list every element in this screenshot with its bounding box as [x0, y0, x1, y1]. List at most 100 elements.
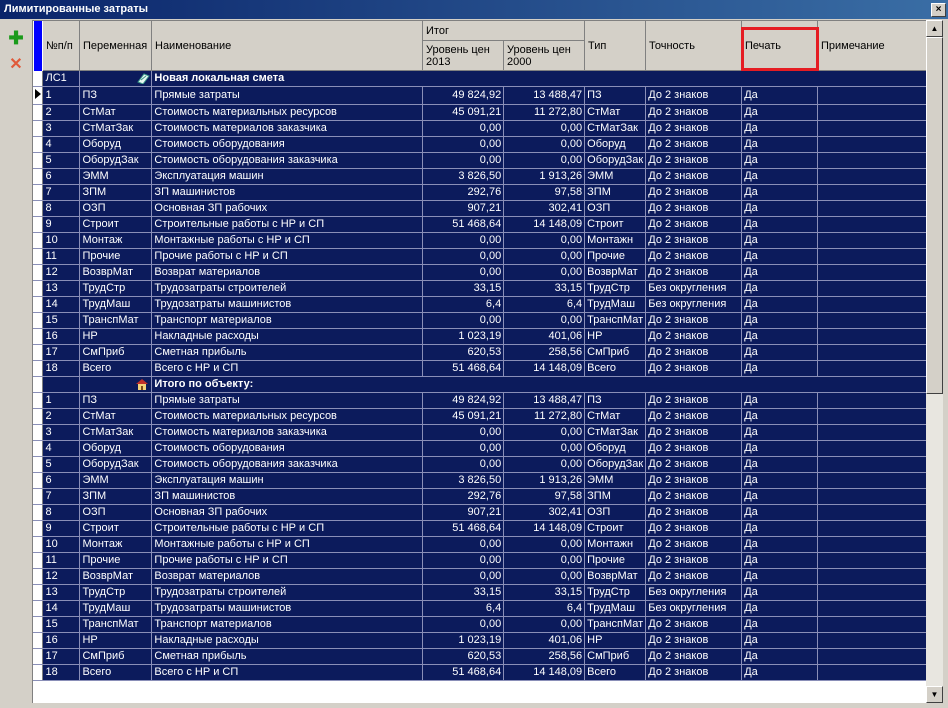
- cell-num[interactable]: 4: [42, 440, 81, 457]
- cell-type[interactable]: ПЗ: [584, 392, 647, 409]
- cell-precision[interactable]: До 2 знаков: [645, 504, 743, 521]
- col-header-variable[interactable]: Переменная: [80, 21, 152, 71]
- cell-print[interactable]: Да: [741, 488, 819, 505]
- cell-price-2013[interactable]: 6,4: [422, 600, 505, 617]
- cell-name[interactable]: Прочие работы с НР и СП: [151, 248, 424, 265]
- cell-note[interactable]: [817, 584, 927, 601]
- cell-price-2013[interactable]: 33,15: [422, 280, 505, 297]
- table-row[interactable]: 4 Оборуд Стоимость оборудования 0,00 0,00 Обо…: [33, 440, 927, 457]
- cell-print[interactable]: Да: [741, 216, 819, 233]
- cell-num[interactable]: 2: [42, 104, 81, 121]
- cell-price-2013[interactable]: 45 091,21: [422, 104, 505, 121]
- cell-name[interactable]: Трудозатраты строителей: [151, 584, 424, 601]
- cell-price-2000[interactable]: 0,00: [503, 264, 586, 281]
- cell-type[interactable]: СмПриб: [584, 648, 647, 665]
- cell-num[interactable]: 3: [42, 120, 81, 137]
- cell-note[interactable]: [817, 536, 927, 553]
- cell-variable[interactable]: ЗПМ: [79, 184, 153, 201]
- cell-type[interactable]: ТрудСтр: [584, 584, 647, 601]
- cell-num[interactable]: 14: [42, 296, 81, 313]
- cell-precision[interactable]: До 2 знаков: [645, 424, 743, 441]
- cell-price-2000[interactable]: 14 148,09: [503, 520, 586, 537]
- cell-type[interactable]: Всего: [584, 360, 647, 377]
- cell-price-2013[interactable]: 0,00: [422, 136, 505, 153]
- cell-precision[interactable]: До 2 знаков: [645, 456, 743, 473]
- cell-name[interactable]: Стоимость оборудования: [151, 136, 424, 153]
- cell-note[interactable]: [817, 616, 927, 633]
- table-row[interactable]: 17 СмПриб Сметная прибыль 620,53 258,56 СмПри…: [33, 648, 927, 665]
- cell-print[interactable]: Да: [741, 616, 819, 633]
- cell-price-2000[interactable]: 11 272,80: [503, 104, 586, 121]
- cell-type[interactable]: ТрудСтр: [584, 280, 647, 297]
- cell-name[interactable]: Стоимость материалов заказчика: [151, 424, 424, 441]
- cell-name[interactable]: Основная ЗП рабочих: [151, 504, 424, 521]
- table-row[interactable]: 17 СмПриб Сметная прибыль 620,53 258,56 СмПри…: [33, 344, 927, 361]
- cell-precision[interactable]: До 2 знаков: [645, 120, 743, 137]
- cell-print[interactable]: Да: [741, 424, 819, 441]
- cell-type[interactable]: Монтажн: [584, 232, 647, 249]
- cell-price-2013[interactable]: 0,00: [422, 440, 505, 457]
- cell-num[interactable]: 11: [42, 248, 81, 265]
- cell-variable[interactable]: НР: [79, 328, 153, 345]
- table-row[interactable]: 7 ЗПМ ЗП машинистов 292,76 97,58 ЗПМ До 2 знак…: [33, 488, 927, 505]
- cell-variable[interactable]: Оборуд: [79, 440, 153, 457]
- cell-note[interactable]: [817, 472, 927, 489]
- cell-type[interactable]: ЗПМ: [584, 488, 647, 505]
- add-row-button[interactable]: ✚: [5, 27, 27, 49]
- cell-price-2013[interactable]: 0,00: [422, 312, 505, 329]
- cell-note[interactable]: [817, 520, 927, 537]
- cell-price-2000[interactable]: 0,00: [503, 120, 586, 137]
- cell-num[interactable]: 10: [42, 536, 81, 553]
- cell-precision[interactable]: До 2 знаков: [645, 168, 743, 185]
- cell-type[interactable]: ТранспМат: [584, 312, 647, 329]
- cell-variable[interactable]: ОЗП: [79, 504, 153, 521]
- cell-print[interactable]: Да: [741, 168, 819, 185]
- cell-variable[interactable]: Прочие: [79, 248, 153, 265]
- cell-price-2013[interactable]: 0,00: [422, 456, 505, 473]
- cell-print[interactable]: Да: [741, 648, 819, 665]
- cell-precision[interactable]: До 2 знаков: [645, 248, 743, 265]
- cell-type[interactable]: СмПриб: [584, 344, 647, 361]
- cell-print[interactable]: Да: [741, 456, 819, 473]
- table-row[interactable]: 5 ОборудЗак Стоимость оборудования заказчи…: [33, 152, 927, 169]
- cell-variable[interactable]: Монтаж: [79, 536, 153, 553]
- cell-precision[interactable]: До 2 знаков: [645, 136, 743, 153]
- cell-name[interactable]: Монтажные работы с НР и СП: [151, 536, 424, 553]
- cell-note[interactable]: [817, 456, 927, 473]
- cell-print[interactable]: Да: [741, 600, 819, 617]
- cell-variable[interactable]: СмПриб: [79, 648, 153, 665]
- cell-price-2000[interactable]: 0,00: [503, 152, 586, 169]
- cell-name[interactable]: Эксплуатация машин: [151, 168, 424, 185]
- table-row[interactable]: 4 Оборуд Стоимость оборудования 0,00 0,00 Обо…: [33, 136, 927, 153]
- table-row[interactable]: 15 ТранспМат Транспорт материалов 0,00 0,00 Т…: [33, 312, 927, 329]
- cell-type[interactable]: Всего: [584, 664, 647, 681]
- cell-note[interactable]: [817, 264, 927, 281]
- cell-precision[interactable]: До 2 знаков: [645, 568, 743, 585]
- cell-print[interactable]: Да: [741, 296, 819, 313]
- table-row[interactable]: 11 Прочие Прочие работы с НР и СП 0,00 0,00 П…: [33, 552, 927, 569]
- cell-variable[interactable]: ОЗП: [79, 200, 153, 217]
- table-row[interactable]: 5 ОборудЗак Стоимость оборудования заказчи…: [33, 456, 927, 473]
- cell-price-2000[interactable]: 0,00: [503, 424, 586, 441]
- cell-price-2000[interactable]: 401,06: [503, 328, 586, 345]
- cell-price-2000[interactable]: 14 148,09: [503, 360, 586, 377]
- cell-price-2000[interactable]: 302,41: [503, 504, 586, 521]
- cell-variable[interactable]: СтМат: [79, 104, 153, 121]
- cell-variable[interactable]: ЭММ: [79, 472, 153, 489]
- cell-price-2013[interactable]: 51 468,64: [422, 216, 505, 233]
- cell-price-2013[interactable]: 0,00: [422, 552, 505, 569]
- cell-print[interactable]: Да: [741, 632, 819, 649]
- cell-type[interactable]: ЗПМ: [584, 184, 647, 201]
- cell-name[interactable]: Прочие работы с НР и СП: [151, 552, 424, 569]
- cell-name[interactable]: Стоимость оборудования: [151, 440, 424, 457]
- cell-variable[interactable]: СтМатЗак: [79, 120, 153, 137]
- cell-price-2013[interactable]: 1 023,19: [422, 328, 505, 345]
- cell-print[interactable]: Да: [741, 200, 819, 217]
- cell-price-2000[interactable]: 33,15: [503, 280, 586, 297]
- cell-print[interactable]: Да: [741, 568, 819, 585]
- table-row[interactable]: 2 СтМат Стоимость материальных ресурсов 45 …: [33, 408, 927, 425]
- cell-note[interactable]: [817, 248, 927, 265]
- table-row[interactable]: 9 Строит Строительные работы с НР и СП 51 4…: [33, 216, 927, 233]
- cell-variable[interactable]: ТранспМат: [79, 616, 153, 633]
- cell-price-2013[interactable]: 0,00: [422, 120, 505, 137]
